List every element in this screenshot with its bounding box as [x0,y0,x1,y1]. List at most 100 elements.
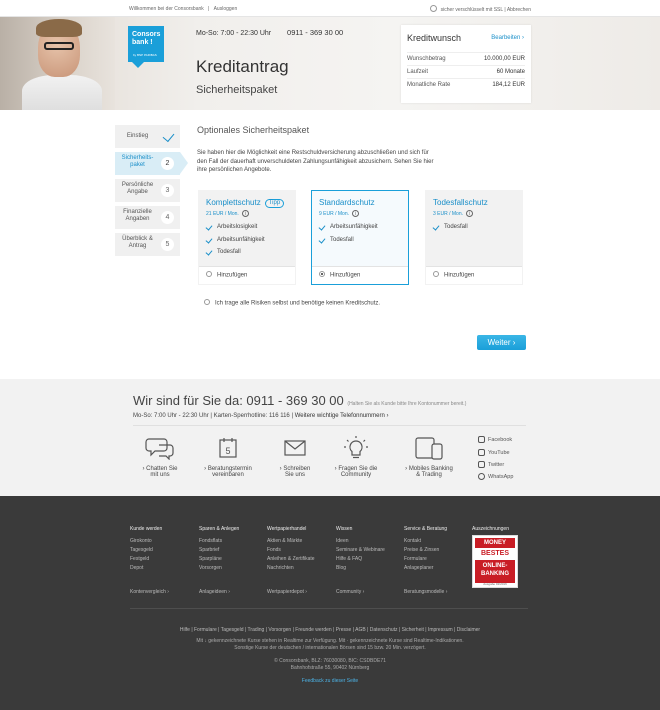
add-option[interactable]: Hinzufügen [199,266,295,284]
radio-button[interactable] [433,271,439,277]
tipp-badge: Tipp [264,199,285,208]
feature-item: Todesfall [433,224,468,237]
footer-more-link[interactable]: Beratungsmodelle › [404,589,447,595]
feature-item: Arbeitsunfähigkeit [319,224,378,237]
footer-link[interactable]: Girokonto [130,537,162,546]
check-icon [162,129,175,143]
consorsbank-logo[interactable]: Consors bank ! by BNP PARIBAS [128,26,164,68]
footer-link[interactable]: Preise & Zinsen [404,546,447,555]
welcome-text: Willkommen bei der Consorsbank [129,6,204,12]
footer-link[interactable]: Anleihen & Zertifikate [267,555,315,564]
kreditwunsch-row: Wunschbetrag 10.000,00 EUR [407,52,525,65]
whatsapp-icon [478,473,485,480]
step-finanzielle-angaben[interactable]: Finanzielle Angaben 4 [115,206,180,229]
footer-col-wertpapierhandel: Wertpapierhandel Aktien & Märkte Fonds A… [267,526,315,573]
envelope-icon [265,436,325,460]
offer-title: Todesfallschutz [433,198,488,207]
section-title: Optionales Sicherheitspaket [197,125,310,135]
edit-link[interactable]: Bearbeiten › [491,35,524,41]
footer-link[interactable]: Aktien & Märkte [267,537,315,546]
offer-card-todesfallschutz[interactable]: Todesfallschutz 3 EUR / Mon. i Todesfall … [425,190,523,285]
footer-link[interactable]: Sparpläne [199,555,239,564]
offer-features: Todesfall [433,224,468,237]
footer-col-wissen: Wissen Ideen Seminare & Webinare Hilfe &… [336,526,385,573]
hero-contact: Mo-So: 7:00 - 22:30 Uhr 0911 - 369 30 00 [196,28,343,37]
contact-mobile[interactable]: › Mobiles Banking & Trading [399,436,459,478]
footer-links[interactable]: Hilfe | Formulare | Tagesgeld | Trading … [0,627,660,633]
kreditwunsch-row: Monatliche Rate 184,12 EUR [407,78,525,91]
facebook-icon [478,436,485,443]
lock-icon [430,5,438,12]
more-numbers-link[interactable]: Weitere wichtige Telefonnummern › [295,413,389,419]
contact-appointment[interactable]: 5 › Beratungstermin vereinbaren [198,436,258,478]
offer-card-standardschutz[interactable]: Standardschutz 9 EUR / Mon. i Arbeitsunfä… [311,190,409,285]
step-sicherheitspaket[interactable]: Sicherheits- paket 2 [115,152,188,175]
devices-icon [399,436,459,460]
social-facebook[interactable]: Facebook [478,436,512,443]
offer-title: Komplettschutz [206,198,261,207]
add-option[interactable]: Hinzufügen [426,266,522,284]
radio-button[interactable] [206,271,212,277]
social-whatsapp[interactable]: WhatsApp [478,473,513,480]
no-protection-option[interactable]: Ich trage alle Risiken selbst und benöti… [204,299,380,307]
offer-features: Arbeitsunfähigkeit Todesfall [319,224,378,249]
ssl-text: sicher verschlüsselt mit SSL [440,6,503,13]
cancel-link[interactable]: Abbrechen [507,7,531,13]
hero-portrait-image [0,17,115,110]
offer-price: 9 EUR / Mon. [319,210,350,217]
footer-link[interactable]: Anlageplaner [404,564,447,573]
footer-link[interactable]: Seminare & Webinare [336,546,385,555]
footer-link[interactable]: Formulare [404,555,447,564]
offer-price: 21 EUR / Mon. [206,210,239,217]
footer-more-link[interactable]: Anlageideen › [199,589,230,595]
footer-link[interactable]: Nachrichten [267,564,315,573]
footer-link[interactable]: Fondsflats [199,537,239,546]
info-icon[interactable]: i [241,210,249,217]
contact-community[interactable]: › Fragen Sie die Community [326,436,386,478]
footer-more-link[interactable]: Community › [336,589,364,595]
divider [133,425,526,426]
logout-link[interactable]: Ausloggen [214,6,238,12]
footer-col-service: Service & Beratung Kontakt Preise & Zins… [404,526,448,573]
footer-link[interactable]: Ideen [336,537,385,546]
footer-link[interactable]: Festgeld [130,555,162,564]
next-button[interactable]: Weiter › [477,335,526,350]
feature-item: Arbeitslosigkeit [206,224,265,237]
offer-card-komplettschutz[interactable]: Komplettschutz Tipp 21 EUR / Mon. i Arbeit… [198,190,296,285]
calendar-icon: 5 [198,436,258,460]
footer-link[interactable]: Hilfe & FAQ [336,555,385,564]
top-bar-right: sicher verschlüsselt mit SSL | Abbrechen [430,5,531,13]
hero-phone: 0911 - 369 30 00 [287,28,344,37]
footer-link[interactable]: Blog [336,564,385,573]
footer-more-link[interactable]: Kontenvergleich › [130,589,169,595]
step-persoenliche-angabe[interactable]: Persönliche Angabe 3 [115,179,180,202]
footer-link[interactable]: Depot [130,564,162,573]
contact-note: (Halten Sie als Kunde bitte Ihre Kontonu… [347,401,467,407]
info-icon[interactable]: i [466,210,474,217]
footer-note: Mit ↓ gekennzeichnete Kurse stehen in Re… [196,638,464,651]
social-youtube[interactable]: YouTube [478,449,510,456]
contact-chat[interactable]: › Chatten Sie mit uns [130,436,190,478]
contact-line: Mo-So: 7:00 Uhr - 22:30 Uhr | Karten-Spe… [133,413,389,419]
offer-title: Standardschutz [319,198,375,207]
info-icon[interactable]: i [352,210,360,217]
intro-text: Sie haben hier die Möglichkeit eine Rest… [197,150,434,173]
radio-button[interactable] [204,299,210,305]
footer-link[interactable]: Sparbrief [199,546,239,555]
feature-item: Arbeitsunfähigkeit [206,237,265,250]
chevron-right-icon: › [512,338,516,347]
add-option[interactable]: Hinzufügen [312,266,408,284]
footer-link[interactable]: Kontakt [404,537,447,546]
footer-link[interactable]: Tagesgeld [130,546,162,555]
kreditwunsch-row: Laufzeit 60 Monate [407,65,525,78]
footer-more-link[interactable]: Wertpapierdepot › [267,589,307,595]
footer-link[interactable]: Fonds [267,546,315,555]
step-einstieg[interactable]: Einstieg [115,125,180,148]
feature-item: Todesfall [319,237,378,250]
step-ueberblick-antrag[interactable]: Überblick & Antrag 5 [115,233,180,256]
contact-write[interactable]: › Schreiben Sie uns [265,436,325,478]
social-twitter[interactable]: Twitter [478,461,504,468]
radio-button-selected[interactable] [319,271,325,277]
footer-link[interactable]: Vorsorgen [199,564,239,573]
feedback-link[interactable]: Feedback zu dieser Seite [0,678,660,684]
